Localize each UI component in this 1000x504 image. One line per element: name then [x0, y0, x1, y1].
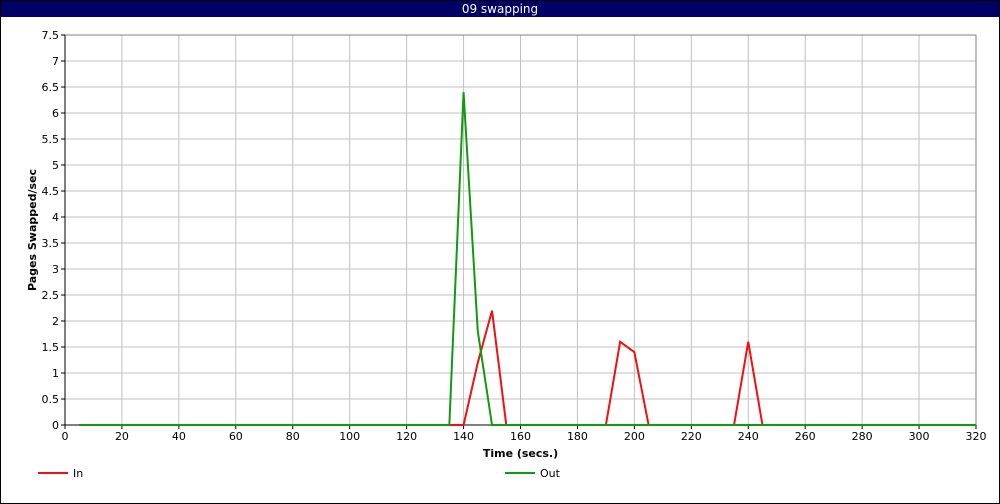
y-tick-label: 7.5 — [42, 29, 60, 42]
y-axis-title: Pages Swapped/sec — [26, 169, 39, 291]
legend-label-in: In — [73, 467, 83, 480]
y-tick-label: 3 — [52, 263, 59, 276]
x-tick-label: 20 — [115, 430, 129, 443]
x-tick-label: 320 — [966, 430, 987, 443]
y-tick-label: 4.5 — [42, 185, 60, 198]
y-tick-label: 6.5 — [42, 81, 60, 94]
x-tick-label: 60 — [229, 430, 243, 443]
x-tick-label: 180 — [567, 430, 588, 443]
x-tick-label: 200 — [624, 430, 645, 443]
series-line-in — [79, 310, 976, 426]
y-tick-label: 1.5 — [42, 341, 60, 354]
y-tick-label: 0.5 — [42, 393, 60, 406]
y-tick-label: 6 — [52, 107, 59, 120]
x-tick-label: 220 — [681, 430, 702, 443]
x-tick-label: 280 — [852, 430, 873, 443]
x-axis-title: Time (secs.) — [483, 447, 558, 460]
y-tick-label: 2.5 — [42, 289, 60, 302]
line-chart: 0 20 40 60 80 100 120 140 160 180 200 220 240 260 280 3… — [26, 29, 987, 480]
legend-label-out: Out — [540, 467, 561, 480]
y-tick-label: 5 — [52, 159, 59, 172]
x-tick-label: 80 — [286, 430, 300, 443]
x-tick-label: 40 — [172, 430, 186, 443]
x-tick-label: 300 — [909, 430, 930, 443]
y-tick-label: 2 — [52, 315, 59, 328]
series-line-out — [79, 92, 976, 426]
x-tick-label: 100 — [339, 430, 360, 443]
y-tick-label: 5.5 — [42, 133, 60, 146]
y-tick-label: 7 — [52, 55, 59, 68]
x-tick-label: 160 — [510, 430, 531, 443]
y-tick-label: 3.5 — [42, 237, 60, 250]
x-tick-label: 120 — [396, 430, 417, 443]
y-tick-label: 1 — [52, 367, 59, 380]
x-tick-label: 260 — [795, 430, 816, 443]
x-tick-label: 140 — [453, 430, 474, 443]
x-tick-label: 240 — [738, 430, 759, 443]
x-tick-label: 0 — [62, 430, 69, 443]
y-tick-label: 4 — [52, 211, 59, 224]
y-tick-label: 0 — [52, 419, 59, 432]
